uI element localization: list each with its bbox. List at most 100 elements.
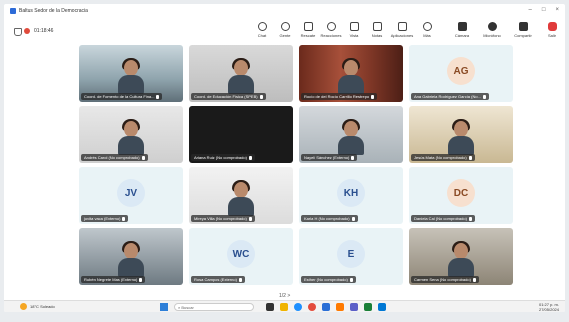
participant-name-bar: Nayeli Sánchez (Externo) [301, 154, 358, 161]
participant-tile[interactable]: DC Daniela Cal (No comprobado) [409, 167, 513, 224]
participant-tile[interactable]: Carmen Sena (No comprobado) [409, 228, 513, 285]
system-clock[interactable]: 01:27 p. m. 27/05/2024 [539, 302, 559, 312]
participant-tile[interactable]: Jesús Mata (No comprobado) [409, 106, 513, 163]
apps-label: Aplicaciones [390, 33, 414, 38]
leave-button[interactable]: Salir [539, 22, 565, 38]
chat-icon [257, 22, 267, 31]
window-title-bar: Baltus Sedor de la Democracia – □ × [4, 4, 565, 18]
participant-name-bar: Rosa Campos (Externo) [191, 276, 245, 283]
search-placeholder: Buscar [181, 304, 194, 310]
page-indicator[interactable]: 1/2 > [279, 293, 290, 299]
raise-hand-icon [303, 22, 313, 31]
participant-name: Rosa Campos (Externo) [194, 277, 237, 282]
participant-name: Mireya Villa (No comprobado) [194, 216, 247, 221]
participant-tile[interactable]: Coord. de Educación Física (SPEB) [189, 45, 293, 102]
microphone-muted-icon [349, 277, 353, 282]
raise-hand-label: Rescate [300, 33, 316, 38]
word-icon[interactable] [322, 303, 330, 311]
participant-tile[interactable]: Mireya Villa (No comprobado) [189, 167, 293, 224]
more-button[interactable]: Más [414, 22, 440, 38]
notes-icon [372, 22, 382, 31]
share-button[interactable]: Compartir [510, 22, 536, 38]
notes-label: Notas [371, 33, 383, 38]
meeting-timer: 01:18:46 [34, 28, 54, 34]
participant-name: Andrés Carol (No comprobado) [84, 155, 140, 160]
maximize-button[interactable]: □ [542, 7, 546, 13]
microphone-muted-icon [259, 94, 263, 99]
participant-tile[interactable]: Nayeli Sánchez (Externo) [299, 106, 403, 163]
weather-desc: Soleado [40, 304, 55, 309]
microphone-muted-icon [238, 277, 242, 282]
camera-button[interactable]: Cámara [449, 22, 475, 38]
apps-button[interactable]: Aplicaciones [389, 22, 415, 38]
participant-video [448, 241, 474, 277]
teams-taskbar-icon[interactable] [350, 303, 358, 311]
microphone-label: Micrófono [483, 33, 501, 38]
participant-name: Karla H (No comprobado) [304, 216, 350, 221]
more-label: Más [423, 33, 431, 38]
close-window-button[interactable]: × [555, 7, 559, 13]
participant-name-bar: jovita vaca (Externo) [81, 215, 129, 222]
windows-start-icon[interactable] [160, 303, 168, 311]
participant-name: Daniela Cal (No comprobado) [414, 216, 467, 221]
participant-name: Coord. de Educación Física (SPEB) [194, 94, 258, 99]
microphone-muted-icon [248, 216, 252, 221]
leave-icon [547, 22, 557, 31]
more-icon [422, 22, 432, 31]
recording-icon [24, 28, 30, 34]
edge-icon[interactable] [294, 303, 302, 311]
participant-video [228, 58, 254, 94]
participant-video [118, 119, 144, 155]
participant-tile[interactable]: E Esther (No comprobado) [299, 228, 403, 285]
participant-name-bar: Rubén Negrete Mas (Externo) [81, 276, 146, 283]
participant-name-bar: Carmen Sena (No comprobado) [411, 276, 479, 283]
minimize-button[interactable]: – [529, 7, 532, 13]
microphone-button[interactable]: Micrófono [479, 22, 505, 38]
file-explorer-icon[interactable] [280, 303, 288, 311]
microphone-muted-icon [141, 155, 145, 160]
participant-tile[interactable]: WC Rosa Campos (Externo) [189, 228, 293, 285]
participant-grid: Coord. de Fomento de la Cultura Fina... C… [79, 45, 513, 291]
participant-avatar: DC [447, 179, 475, 207]
participant-tile[interactable]: Ariana Ruiz (No comprobado) [189, 106, 293, 163]
participant-video [338, 119, 364, 155]
participant-name: Jesús Mata (No comprobado) [414, 155, 467, 160]
share-label: Compartir [514, 33, 532, 38]
participant-name-bar: Daniela Cal (No comprobado) [411, 215, 475, 222]
participant-tile[interactable]: KH Karla H (No comprobado) [299, 167, 403, 224]
microphone-muted-icon [156, 94, 160, 99]
participant-name: Carmen Sena (No comprobado) [414, 277, 471, 282]
view-label: Vista [349, 33, 359, 38]
participant-tile[interactable]: AG Ana Gabriela Rodríguez García (No... [409, 45, 513, 102]
view-icon [349, 22, 359, 31]
participant-tile[interactable]: Coord. de Fomento de la Cultura Fina... [79, 45, 183, 102]
microphone-muted-icon [472, 277, 476, 282]
window-title: Baltus Sedor de la Democracia [19, 8, 88, 14]
participant-tile[interactable]: Rocío de del Rocío Carrillo Restrepo [299, 45, 403, 102]
microphone-muted-icon [468, 216, 472, 221]
excel-icon[interactable] [364, 303, 372, 311]
task-view-icon[interactable] [266, 303, 274, 311]
microphone-muted-icon [351, 155, 355, 160]
participant-video [118, 241, 144, 277]
microphone-muted-icon [371, 94, 375, 99]
participant-video [228, 180, 254, 216]
notes-button[interactable]: Notas [364, 22, 390, 38]
chrome-icon[interactable] [308, 303, 316, 311]
outlook-icon[interactable] [378, 303, 386, 311]
participant-name-bar: Ana Gabriela Rodríguez García (No... [411, 93, 489, 100]
participant-video [118, 58, 144, 94]
participant-name: Coord. de Fomento de la Cultura Fina... [84, 94, 155, 99]
participant-name-bar: Ariana Ruiz (No comprobado) [191, 154, 255, 161]
participant-avatar: AG [447, 57, 475, 85]
weather-widget[interactable]: 18°C Soleado [20, 303, 55, 310]
clock-date: 27/05/2024 [538, 307, 559, 312]
taskbar-search[interactable]: ⌕ Buscar [174, 303, 254, 311]
participant-tile[interactable]: JV jovita vaca (Externo) [79, 167, 183, 224]
participant-name-bar: Esther (No comprobado) [301, 276, 356, 283]
participant-tile[interactable]: Andrés Carol (No comprobado) [79, 106, 183, 163]
participant-tile[interactable]: Rubén Negrete Mas (Externo) [79, 228, 183, 285]
participant-name: Esther (No comprobado) [304, 277, 348, 282]
powerpoint-icon[interactable] [336, 303, 344, 311]
microphone-muted-icon [139, 277, 143, 282]
